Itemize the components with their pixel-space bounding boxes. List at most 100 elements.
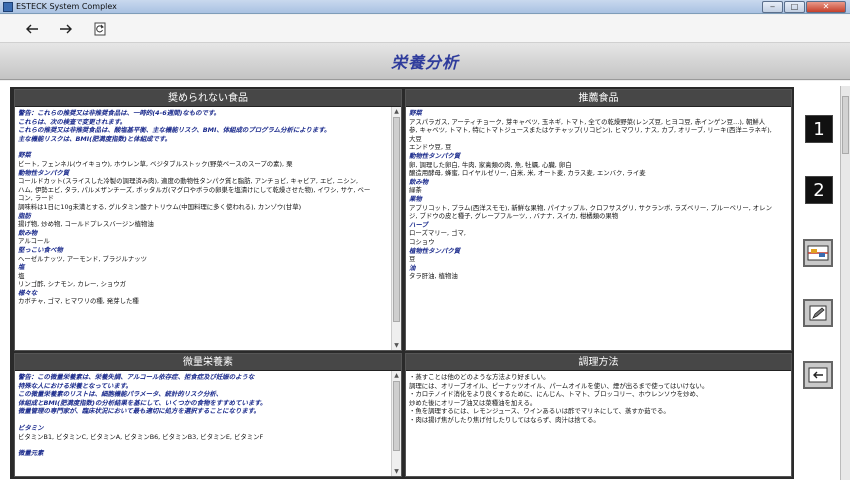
warning-text: 特殊な人における栄養となっています。 [18,381,132,390]
content-line: アルコール [18,237,50,246]
content-line: アスパラガス, アーティチョーク, 芽キャベツ, 玉ネギ, トマト, 全ての乾燥… [409,117,766,126]
scroll-down-icon[interactable]: ▼ [392,341,401,350]
panel-not-recommended: 奨められない食品 警告：これらの推奨又は非推奨食品は、一時的(4-6週間)なもの… [14,89,402,351]
return-arrow-icon [808,367,828,383]
close-button[interactable]: ✕ [806,1,846,13]
page-header: 栄養分析 [0,42,850,80]
refresh-button[interactable] [92,21,108,37]
section-heading: 動物性タンパク質 [409,151,461,160]
minimize-button[interactable]: ‒ [762,1,783,13]
content-line: リンゴ酢, シナモン, カレー, ショウガ [18,280,127,289]
content-line: 卵, 調理した卵白, 牛肉, 家禽類の肉, 魚, 牡蠣, 心臓, 卵白 [409,160,572,169]
page-title: 栄養分析 [390,53,459,72]
warning-text: 微量管理の専門家が、臨床状況において最も適切に処方を選択することになります。 [18,407,260,416]
content-line: 豆 [409,255,416,264]
section-heading: 塩 [18,263,25,272]
refresh-icon [94,22,106,35]
balance-chart-button[interactable] [803,239,833,267]
title-bar: ESTECK System Complex ‒ □ ✕ [0,0,850,14]
panel-cooking-method-body: ・蒸すことは他のどのような方法より好ましい。 調理には、オリーブオイル、ピーナッツ… [406,371,791,476]
page-1-button[interactable]: 1 [805,115,833,143]
panel-micronutrients: 微量栄養素 警告：この微量栄養素は、栄養失調、アルコール依存症、拒食症及び妊娠の… [14,353,402,477]
scroll-up-icon[interactable]: ▲ [392,107,401,116]
content-line: アプリコット, プラム(西洋スモモ), 新鮮な果物, パイナップル, クロフサス… [409,203,772,212]
content-line: ・肉は揚げ焦がしたり焦げ付したりしてはならず、肉汁は捨てる。 [409,415,600,424]
section-heading: 飲み物 [409,177,429,186]
window-controls: ‒ □ ✕ [762,1,846,13]
page-2-button[interactable]: 2 [805,176,833,204]
content-line: コン, ラード [18,194,55,203]
warning-text: これらの推奨又は非推奨食品は、酸塩基平衡、主な機能リスク、BMI、体組成のプログ… [18,126,331,135]
panel-recommended-title: 推薦食品 [406,90,791,107]
content-line: タラ肝油, 植物油 [409,272,458,281]
return-button[interactable] [803,361,833,389]
content-line: コールドカット(スライスした冷製の調理済み肉), 適度の動物性タンパク質と脂肪,… [18,177,359,186]
content-line: 調味料は1日に10g未満とする, グルタミン酸ナトリウム(中国料理に多く使われる… [18,202,302,211]
content-line: ローズマリー, ゴマ, [409,229,466,238]
section-heading: 飲み物 [18,228,38,237]
panel-recommended: 推薦食品 野菜 アスパラガス, アーティチョーク, 芽キャベツ, 玉ネギ, トマト… [405,89,792,351]
content-line: 醸造用酵母, 蜂蜜, ロイヤルゼリー, 白米, 米, オート麦, カラス麦, エ… [409,169,646,178]
content-line [18,143,388,151]
section-heading: ビタミン [18,423,44,432]
panel-micronutrients-title: 微量栄養素 [15,354,401,371]
content-line: ・魚を調理するには、レモンジュース、ワインあるいは酢でマリネにして、蒸すか茹でる… [409,407,670,416]
edit-pen-icon [809,305,827,321]
warning-text: 警告：これらの推奨又は非推奨食品は、一時的(4-6週間)なものです。 [18,109,221,117]
panel-not-recommended-body: 警告：これらの推奨又は非推奨食品は、一時的(4-6週間)なものです。 これらは、次… [15,107,391,350]
section-heading: 野菜 [18,151,31,160]
content-line: コショウ [409,237,435,246]
panel-not-recommended-title: 奨められない食品 [15,90,401,107]
toolbar [0,15,850,42]
panel-micronutrients-body: 警告：この微量栄養素は、栄養失調、アルコール依存症、拒食症及び妊娠のような 特殊な… [15,371,391,476]
content-line: ・蒸すことは他のどのような方法より好ましい。 [409,373,550,381]
warning-text: 警告：この微量栄養素は、栄養失調、アルコール依存症、拒食症及び妊娠のような [18,373,255,381]
content-line: 参, キャベツ, トマト, 特にトマトジュースまたはケチャップ(リコピン), ヒ… [409,126,772,135]
content-line [18,416,388,424]
content-line: 揚げ物, 炒め物, コールドプレスバージン植物油 [18,220,154,229]
content-line: ビート, フェンネル(ウイキョウ), ホウレン草, ベジタブルストック(野菜ベー… [18,159,293,168]
content-line [18,441,388,449]
edit-button[interactable] [803,299,833,327]
scroll-up-icon[interactable]: ▲ [392,371,401,380]
content-line: ジ, ブドウの皮と種子, グレープフルーツ, , バナナ, スイカ, 柑橘類の果… [409,212,619,221]
warning-text: 体組成とBMI(肥満度指数)の分析結果を基にして、いくつかの食物をすすめています… [18,398,267,407]
main-scroll-thumb[interactable] [842,96,849,154]
content-line: ハム, 伊勢エビ, タラ, パルメザンチーズ, ボッタルガ(マグロやボラの卵巣を… [18,185,371,194]
balance-chart-icon [807,245,829,261]
window-title: ESTECK System Complex [16,2,117,11]
panel-micronutrients-scrollbar[interactable]: ▲ ▼ [391,371,401,476]
warning-text: 主な機能リスクは、BMI(肥満度指数)と体組成です。 [18,134,172,143]
content-line: ビタミンB1, ビタミンC, ビタミンA, ビタミンB6, ビタミンB3, ビタ… [18,432,264,441]
content-line: 大豆 [409,134,422,143]
section-heading: 油 [409,263,416,272]
forward-button[interactable] [58,21,74,37]
section-heading: 動物性タンパク質 [18,168,70,177]
maximize-button[interactable]: □ [784,1,805,13]
scroll-thumb[interactable] [393,117,400,322]
panel-cooking-method: 調理方法 ・蒸すことは他のどのような方法より好ましい。 調理には、オリーブオイル、… [405,353,792,477]
warning-text: この微量栄養素のリストは、細胞機能パラメータ、統計的リスク分析、 [18,390,223,399]
content-line: ・カロテノイド消化をより良くするために、にんじん、トマト、ブロッコリー、ホウレン… [409,390,703,399]
content-line: エンドウ豆, 豆 [409,143,452,152]
panel-cooking-method-title: 調理方法 [406,354,791,371]
scroll-thumb[interactable] [393,381,400,451]
section-heading: 堅っこい食べ物 [18,245,63,254]
section-heading: 果物 [409,194,422,203]
warning-text: これらは、次の検査で変更されます。 [18,117,126,126]
arrow-right-icon [60,24,72,33]
panel-not-recommended-scrollbar[interactable]: ▲ ▼ [391,107,401,350]
content-line: カボチャ, ゴマ, ヒマワリの種, 発芽した種 [18,297,139,306]
section-heading: 微量元素 [18,449,44,458]
scroll-down-icon[interactable]: ▼ [392,467,401,476]
section-heading: 脂肪 [18,211,31,220]
app-icon [3,1,13,12]
main-scrollbar[interactable] [840,86,850,480]
content-line: 調理には、オリーブオイル、ピーナッツオイル、パームオイルを使い、煙が出るまで使っ… [409,381,709,390]
content-line: 緑茶 [409,186,422,195]
content-line: 塩 [18,271,25,280]
panel-recommended-body: 野菜 アスパラガス, アーティチョーク, 芽キャベツ, 玉ネギ, トマト, 全ての… [406,107,791,350]
content-line: ヘーゼルナッツ, アーモンド, ブラジルナッツ [18,254,148,263]
back-button[interactable] [24,21,40,37]
section-heading: 野菜 [409,109,422,117]
